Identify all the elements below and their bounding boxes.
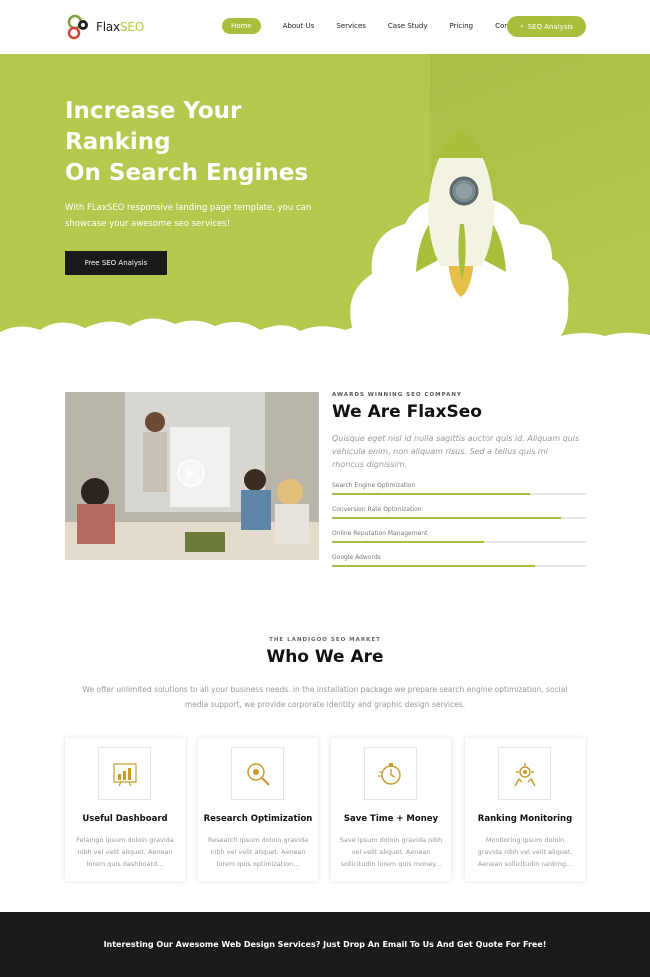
who-text: We offer unlimited solutions to all your… xyxy=(82,685,568,709)
site-header: FlaxSEO Home About Us Services Case Stud… xyxy=(0,0,650,54)
feature-card-useful-dashboard[interactable]: Useful Dashboard Felaingo ipsum doloin g… xyxy=(65,738,185,881)
skill-bar: Google Adwords xyxy=(332,554,586,567)
hero-subtitle: With FLaxSEO responsive landing page tem… xyxy=(65,203,312,229)
chart-icon xyxy=(112,762,137,786)
feature-title: Useful Dashboard xyxy=(82,814,168,824)
about-kicker: AWARDS WINNING SEO COMPANY xyxy=(332,392,463,398)
feature-icon-box xyxy=(231,747,284,800)
logo-icon xyxy=(67,14,88,40)
footer-text: Interesting Our Awesome Web Design Servi… xyxy=(103,940,547,949)
hero-title: Increase Your Ranking On Search Engines xyxy=(65,96,308,189)
seo-analysis-label: SEO Analysis xyxy=(527,22,574,31)
skill-bar: Conversion Rate Optimization xyxy=(332,506,586,519)
skill-label: Search Engine Optimization xyxy=(332,482,416,489)
skill-label: Google Adwords xyxy=(332,554,381,561)
feature-card-research-optimization[interactable]: Research Optimization Research ipsum dol… xyxy=(198,738,318,881)
double-arrow-icon: » xyxy=(519,23,524,30)
seo-analysis-button[interactable]: » SEO Analysis xyxy=(507,16,586,37)
free-seo-analysis-button[interactable]: Free SEO Analysis xyxy=(65,251,167,275)
who-kicker: THE LANDIGOO SEO MARKET xyxy=(269,637,381,643)
main-nav: Home About Us Services Case Study Pricin… xyxy=(222,18,544,34)
logo[interactable]: FlaxSEO xyxy=(64,12,144,42)
play-icon: ▶ xyxy=(187,467,195,479)
play-video-button[interactable]: ▶ xyxy=(177,459,205,487)
monitoring-icon xyxy=(513,762,536,786)
feature-icon-box xyxy=(98,747,151,800)
feature-icon-box xyxy=(498,747,551,800)
skill-fill xyxy=(332,493,531,495)
skill-bar: Online Reputation Management xyxy=(332,530,586,543)
feature-title: Ranking Monitoring xyxy=(477,814,573,824)
skill-track xyxy=(332,541,586,543)
skill-fill xyxy=(332,565,536,567)
feature-icon-box xyxy=(364,747,417,800)
skill-track xyxy=(332,517,586,519)
search-gear-icon xyxy=(246,762,270,786)
about-title: We Are FlaxSeo xyxy=(332,402,482,422)
stopwatch-icon xyxy=(377,762,401,785)
feature-text: Research ipsum doloin gravida nibh vel v… xyxy=(207,836,309,868)
skill-track xyxy=(332,565,586,567)
skill-bar: Search Engine Optimization xyxy=(332,482,586,495)
feature-card-save-time-money[interactable]: Save Time + Money Save ipsum doloin grav… xyxy=(331,738,451,881)
landing-page: FlaxSEO Home About Us Services Case Stud… xyxy=(0,0,650,977)
feature-text: Monitoring ipsum doloin gravida nibh vel… xyxy=(477,836,573,868)
who-title: Who We Are xyxy=(266,647,384,667)
hero-section: Increase Your Ranking On Search Engines … xyxy=(0,54,650,337)
about-text: Quisque eget nisl id nulla sagittis auct… xyxy=(332,434,580,469)
skill-track xyxy=(332,493,586,495)
feature-card-ranking-monitoring[interactable]: Ranking Monitoring Monitoring ipsum dolo… xyxy=(465,738,585,881)
hero-title-line-3: On Search Engines xyxy=(65,160,309,186)
nav-home[interactable]: Home xyxy=(222,18,261,34)
footer-cta: Interesting Our Awesome Web Design Servi… xyxy=(0,912,650,977)
skill-label: Online Reputation Management xyxy=(332,530,428,537)
feature-text: Felaingo ipsum doloin gravida nibh vel v… xyxy=(76,836,174,868)
logo-text: FlaxSEO xyxy=(96,20,144,34)
nav-services[interactable]: Services xyxy=(336,22,366,30)
hero-title-line-2: Ranking xyxy=(65,129,171,155)
feature-title: Research Optimization xyxy=(203,814,313,824)
skill-fill xyxy=(332,541,485,543)
nav-pricing[interactable]: Pricing xyxy=(449,22,473,30)
skill-label: Conversion Rate Optimization xyxy=(332,506,422,513)
nav-case-study[interactable]: Case Study xyxy=(388,22,428,30)
skill-fill xyxy=(332,517,561,519)
hero-title-line-1: Increase Your xyxy=(65,98,242,124)
feature-text: Save ipsum doloin gravida nibh vel velit… xyxy=(339,836,443,868)
feature-title: Save Time + Money xyxy=(343,814,439,824)
nav-about-us[interactable]: About Us xyxy=(283,22,315,30)
